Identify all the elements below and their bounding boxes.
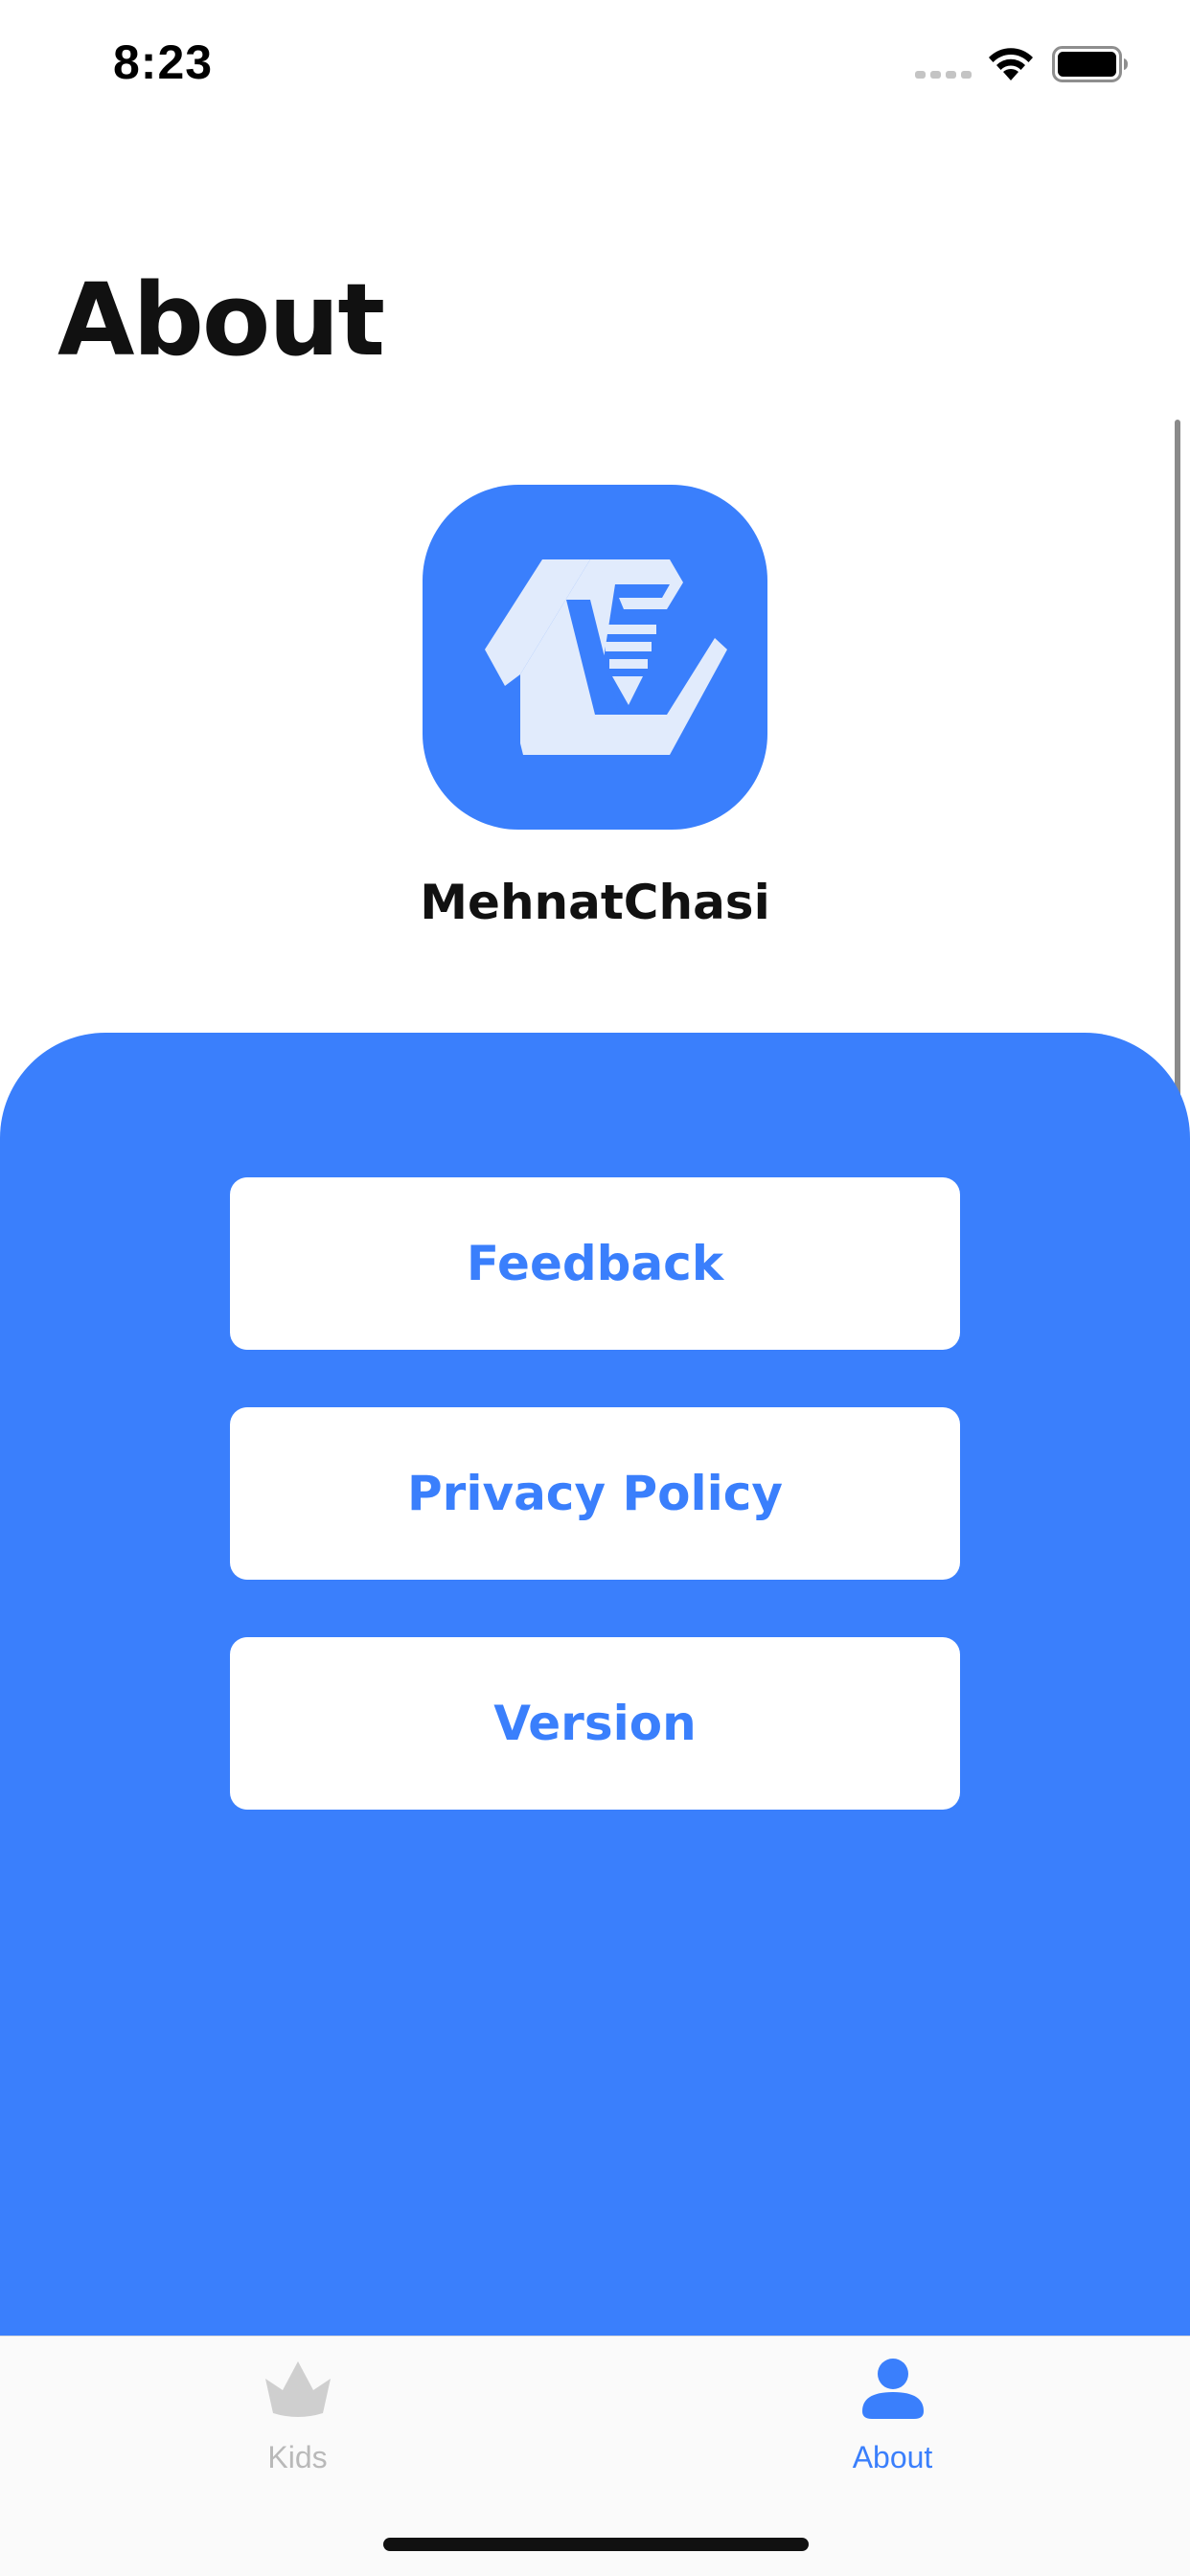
cellular-signal-icon [915,71,972,79]
tab-kids[interactable]: Kids [0,2337,595,2499]
battery-icon [1052,46,1128,82]
tab-about-label: About [852,2440,933,2474]
tab-about[interactable]: About [595,2337,1190,2499]
mehnatchasi-logo-icon [485,559,727,755]
crown-icon [265,2361,331,2417]
tab-kids-label: Kids [267,2440,328,2474]
version-button[interactable]: Version [230,1637,960,1810]
page-title: About [57,262,385,378]
home-indicator[interactable] [383,2538,809,2551]
status-time: 8:23 [113,35,214,89]
app-name: MehnatChasi [420,875,770,930]
privacy-policy-button[interactable]: Privacy Policy [230,1407,960,1580]
person-icon [862,2359,924,2419]
wifi-icon [989,48,1033,80]
feedback-button[interactable]: Feedback [230,1177,960,1350]
app-logo [423,485,767,830]
